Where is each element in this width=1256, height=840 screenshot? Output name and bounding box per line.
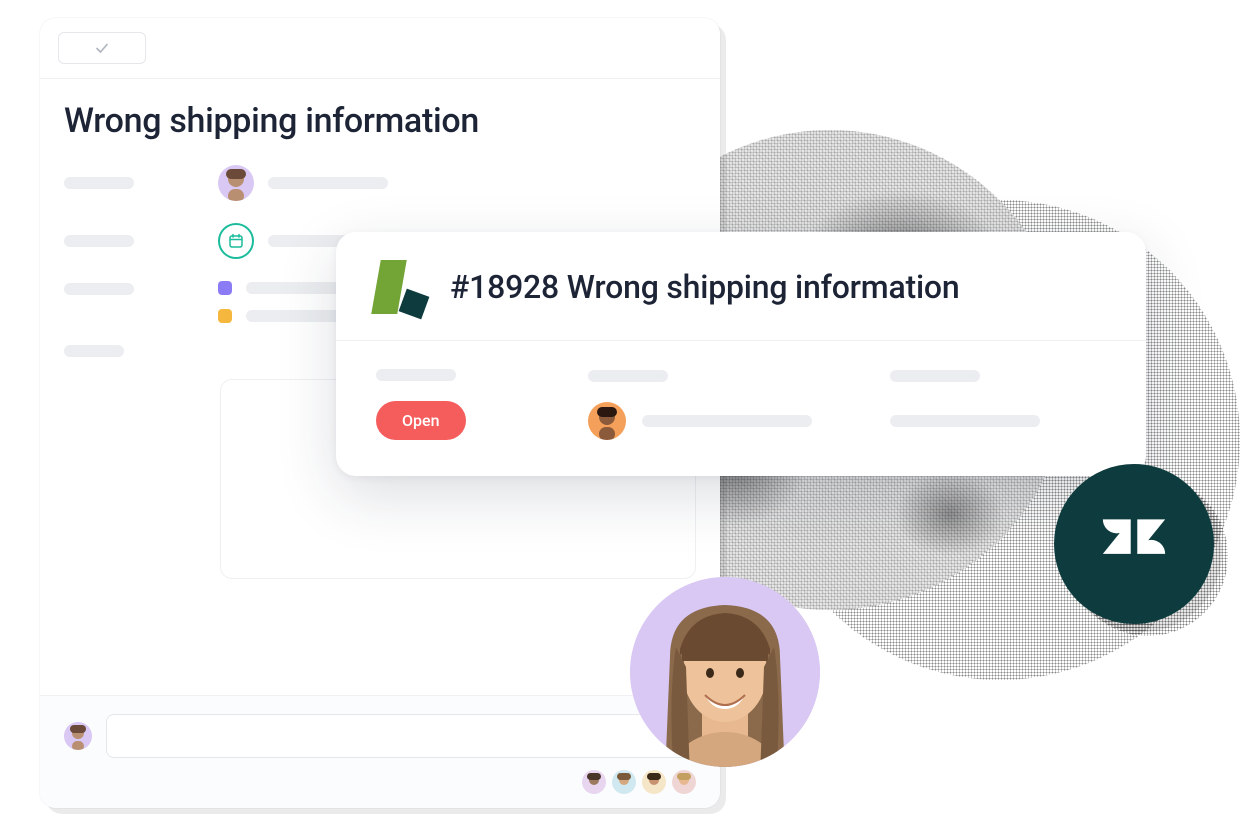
zendesk-logo-icon <box>1093 503 1175 585</box>
status-badge: Open <box>376 401 466 440</box>
tag-dot-yellow[interactable] <box>218 309 232 323</box>
field-value-placeholder <box>642 415 812 427</box>
collaborator-avatar[interactable] <box>582 770 606 794</box>
field-label-placeholder <box>890 370 980 382</box>
task-header-strip <box>40 18 720 64</box>
ticket-col-extra <box>890 370 1106 440</box>
check-icon <box>94 40 110 56</box>
ticket-body: Open <box>336 341 1146 476</box>
requester-avatar[interactable] <box>588 402 626 440</box>
hero-avatar-container <box>625 572 825 772</box>
user-profile-avatar <box>630 577 820 767</box>
collaborator-avatar[interactable] <box>642 770 666 794</box>
comment-area <box>40 695 720 808</box>
meta-row-assignee <box>64 165 696 201</box>
ticket-col-status: Open <box>376 369 556 440</box>
ticket-col-requester <box>588 370 858 440</box>
tag-dot-purple[interactable] <box>218 281 232 295</box>
meta-label-placeholder <box>64 235 134 247</box>
field-label-placeholder <box>376 369 456 381</box>
zendesk-brand-icon <box>376 260 426 314</box>
mark-complete-button[interactable] <box>58 32 146 64</box>
ticket-header: #18928 Wrong shipping information <box>336 232 1146 340</box>
collaborator-avatar[interactable] <box>612 770 636 794</box>
meta-label-placeholder <box>64 345 124 357</box>
zendesk-integration-badge <box>1054 464 1214 624</box>
meta-label-placeholder <box>64 283 134 295</box>
current-user-avatar <box>64 722 92 750</box>
ticket-title: #18928 Wrong shipping information <box>450 268 959 306</box>
task-title: Wrong shipping information <box>40 79 720 165</box>
collaborator-avatar[interactable] <box>672 770 696 794</box>
calendar-icon[interactable] <box>218 223 254 259</box>
meta-label-placeholder <box>64 177 134 189</box>
field-label-placeholder <box>588 370 668 382</box>
collaborators-row <box>64 770 696 794</box>
meta-value-placeholder <box>268 177 388 189</box>
field-value-placeholder <box>890 415 1040 427</box>
linked-ticket-card[interactable]: #18928 Wrong shipping information Open <box>336 232 1146 476</box>
comment-input[interactable] <box>106 714 696 758</box>
assignee-avatar[interactable] <box>218 165 254 201</box>
